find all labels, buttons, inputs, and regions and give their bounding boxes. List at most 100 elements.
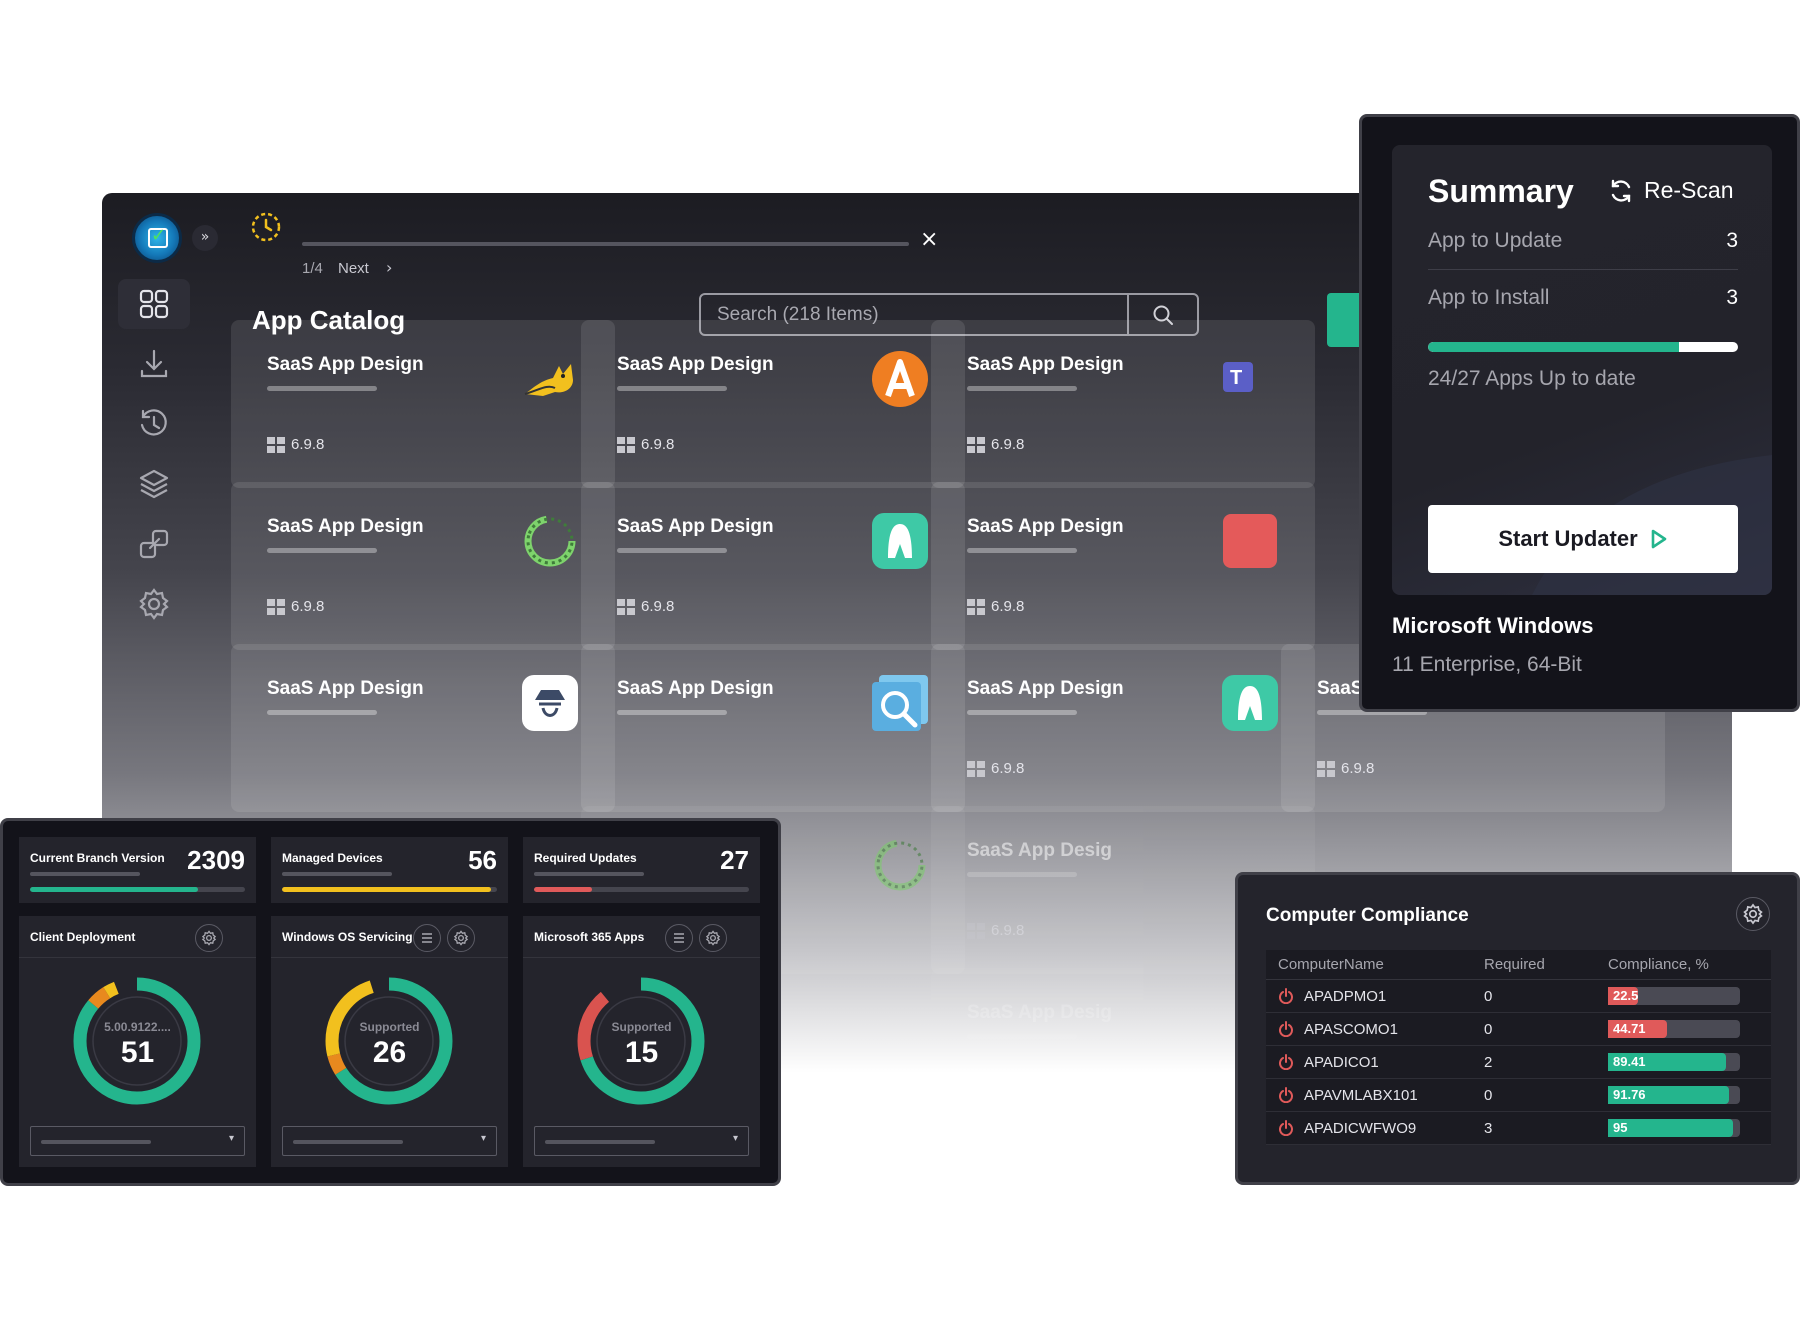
gauge-value: 26 [372,1036,407,1069]
compliance-cell: 95 [1608,1119,1771,1137]
app-logo[interactable]: ✓ [132,213,182,263]
computer-name-cell: APADICWFWO9 [1266,1120,1484,1137]
red-app-icon [1223,514,1277,568]
teal-a-icon [1222,675,1278,731]
os-description: 11 Enterprise, 64-Bit [1392,653,1582,676]
gauge-settings-button[interactable] [699,924,727,952]
app-card[interactable]: SaaS App Design 6.9.8 [231,320,615,488]
expand-sidebar-button[interactable]: » [192,225,218,251]
app-card-version-text: 6.9.8 [991,598,1025,615]
windows-icon [967,760,985,777]
header-computer-name[interactable]: ComputerName [1266,956,1484,973]
nav-downloads[interactable] [118,339,190,389]
rescan-button[interactable]: Re-Scan [1608,177,1733,204]
start-updater-button[interactable]: Start Updater [1428,505,1738,573]
gauge-menu-button[interactable] [665,924,693,952]
tour-next-button[interactable]: Next [338,260,369,277]
gauge-title: Windows OS Servicing [282,930,413,944]
gauge-settings-button[interactable] [195,924,223,952]
tomcat-icon [524,364,573,396]
app-card-subtitle-bar [967,386,1077,391]
nav-dashboard[interactable] [118,279,190,329]
computer-name-cell: APADPMO1 [1266,988,1484,1005]
table-row[interactable]: APAVMLABX101 0 91.76 [1266,1079,1771,1112]
app-card-title: SaaS App Desig [967,1002,1113,1023]
table-row[interactable]: APADICO1 2 89.41 [1266,1046,1771,1079]
app-card-version: 6.9.8 [617,598,674,615]
gauge-dropdown[interactable]: ▾ [30,1126,245,1156]
app-card[interactable]: SaaS App Design 6.9.8 [931,482,1315,650]
summary-title: Summary [1428,173,1574,209]
compliance-cell: 89.41 [1608,1053,1771,1071]
app-card-version: 6.9.8 [1317,760,1374,777]
app-card-title: SaaS App Design [967,678,1124,699]
gauge-subtitle: Supported [611,1020,672,1034]
app-card-version-text: 6.9.8 [1341,760,1375,777]
gauge-dropdown[interactable]: ▾ [534,1126,749,1156]
power-icon [1279,1087,1293,1103]
nav-history[interactable] [118,399,190,449]
computer-name: APADICO1 [1304,1053,1379,1071]
app-card[interactable]: SaaS App Design [581,644,965,812]
compliance-cell: 44.71 [1608,1020,1771,1038]
header-compliance[interactable]: Compliance, % [1608,956,1771,973]
app-card[interactable]: SaaS App Design 6.9.8 [231,482,615,650]
gauge-menu-button[interactable] [413,924,441,952]
gauge-settings-button[interactable] [447,924,475,952]
stat-label: Current Branch Version [30,851,165,865]
orange-a-icon [872,351,928,407]
app-card-subtitle-bar [967,548,1077,553]
app-card[interactable]: SaaS App Design 6.9.8 [581,482,965,650]
nav-settings[interactable] [118,579,190,629]
spy-icon [522,675,578,731]
windows-icon [1317,760,1335,777]
gear-icon [453,930,469,946]
app-card-version: 6.9.8 [267,436,324,453]
app-card-version: 6.9.8 [967,760,1024,777]
compliance-bar-track: 89.41 [1608,1053,1740,1071]
compliance-settings-button[interactable] [1736,897,1770,931]
stat-card: Required Updates 27 [523,837,760,903]
gear-icon [139,588,169,620]
menu-icon [674,933,684,943]
app-card-version-text: 6.9.8 [291,436,325,453]
header-required[interactable]: Required [1484,956,1608,973]
stat-value: 27 [720,845,749,875]
uptodate-text: 24/27 Apps Up to date [1428,367,1636,390]
summary-row-label: App to Install [1428,286,1550,309]
app-card-version-text: 6.9.8 [641,598,675,615]
chevron-right-icon[interactable]: › [386,258,392,277]
external-link-icon [139,529,169,559]
computer-name-cell: APASCOMO1 [1266,1021,1484,1038]
divider [1428,269,1738,270]
table-row[interactable]: APADPMO1 0 22.5 [1266,980,1771,1013]
app-card-title: SaaS App Design [617,354,774,375]
close-icon[interactable]: × [920,227,938,252]
magnifier-app-icon [872,675,928,731]
gauge-dropdown[interactable]: ▾ [282,1126,497,1156]
nav-layers[interactable] [118,459,190,509]
app-card[interactable]: SaaS App Design 6.9.8 [931,644,1315,812]
app-card-subtitle-bar [267,548,377,553]
app-card[interactable]: SaaS App Design 6.9.8 [581,320,965,488]
menu-icon [422,933,432,943]
app-card-title: SaaS App Design [267,354,424,375]
summary-row-value: 3 [1726,229,1738,252]
nav-integrations[interactable] [118,519,190,569]
timer-icon [251,212,281,242]
app-card-subtitle-bar [617,710,727,715]
table-row[interactable]: APASCOMO1 0 44.71 [1266,1013,1771,1046]
app-card[interactable]: SaaS App Design [231,644,615,812]
gauge-header: Microsoft 365 Apps [523,916,760,958]
compliance-bar-track: 44.71 [1608,1020,1740,1038]
dropdown-placeholder-bar [545,1140,655,1144]
table-row[interactable]: APADICWFWO9 3 95 [1266,1112,1771,1145]
gauge-panel: Microsoft 365 Apps Supported 15 ▾ [523,916,760,1167]
rescan-label: Re-Scan [1644,177,1734,203]
required-count: 0 [1484,1020,1493,1038]
stat-progress-track [30,887,245,892]
windows-icon [617,598,635,615]
app-card[interactable]: SaaS App Design 6.9.8 T [931,320,1315,488]
app-card-subtitle-bar [967,872,1077,877]
green-ring-icon [524,515,576,567]
